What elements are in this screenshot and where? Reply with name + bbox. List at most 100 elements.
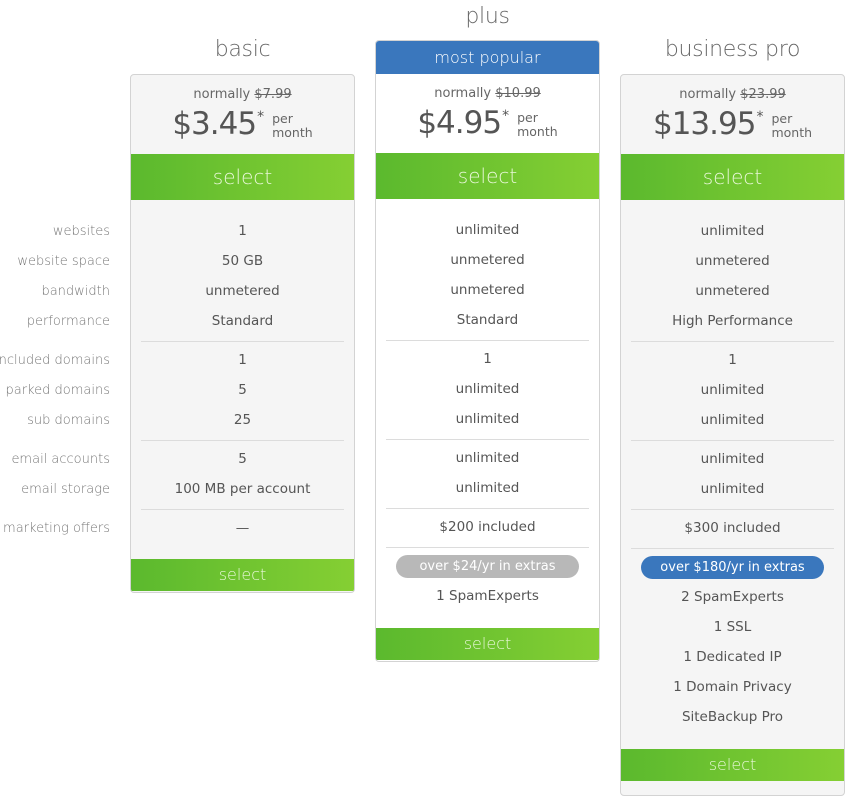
feature-value: unlimited xyxy=(700,223,765,239)
feature-value: 1 xyxy=(238,223,247,239)
normal-price: $23.99 xyxy=(740,87,786,102)
normal-price-line: normally $10.99 xyxy=(376,86,599,101)
feature-value: 25 xyxy=(233,412,252,428)
price-box: normally $7.99 $3.45 * per month xyxy=(131,75,354,154)
feature-value: unmetered xyxy=(695,283,770,299)
divider xyxy=(631,341,834,342)
feature-value: 50 GB xyxy=(221,253,264,269)
select-button[interactable]: select xyxy=(131,154,354,200)
label-bandwidth: bandwidth xyxy=(41,284,110,299)
normal-price: $7.99 xyxy=(254,87,292,102)
period-label: month xyxy=(517,124,558,139)
divider xyxy=(386,508,589,509)
feature-value: unlimited xyxy=(455,381,520,397)
sale-price: $4.95 xyxy=(417,105,502,141)
feature-value: unlimited xyxy=(700,451,765,467)
normally-label: normally xyxy=(193,87,251,102)
sale-price: $13.95 xyxy=(652,106,756,142)
feature-value: $200 included xyxy=(439,519,536,535)
feature-value: unmetered xyxy=(450,282,525,298)
feature-value: unlimited xyxy=(455,480,520,496)
select-button-bottom[interactable]: select xyxy=(131,559,354,591)
feature-value: unlimited xyxy=(700,412,765,428)
feature-value: unlimited xyxy=(700,382,765,398)
plan-name: plus xyxy=(465,4,510,29)
asterisk: * xyxy=(502,108,510,124)
label-marketing-offers: marketing offers xyxy=(3,521,110,536)
label-email-accounts: email accounts xyxy=(11,452,110,467)
select-button-bottom[interactable]: select xyxy=(376,628,599,660)
feature-value: unmetered xyxy=(205,283,280,299)
select-button[interactable]: select xyxy=(621,154,844,200)
price-line: $4.95 * per month xyxy=(376,105,599,141)
period-label: month xyxy=(272,125,313,140)
divider xyxy=(141,440,344,441)
plan-name: basic xyxy=(214,37,271,62)
feature-value: unmetered xyxy=(450,252,525,268)
feature-value: High Performance xyxy=(672,313,793,329)
feature-rows: unlimited unmetered unmetered Standard 1… xyxy=(376,199,599,628)
sale-price: $3.45 xyxy=(172,106,257,142)
label-performance: performance xyxy=(26,314,110,329)
period-label: month xyxy=(771,125,813,140)
extra-item: 2 SpamExperts xyxy=(681,589,784,605)
feature-value: — xyxy=(235,520,250,536)
price-box: normally $10.99 $4.95 * per month xyxy=(376,74,599,153)
extras-badge: over $180/yr in extras xyxy=(641,556,824,579)
price-period: per month xyxy=(272,112,313,140)
feature-value: Standard xyxy=(211,313,274,329)
feature-value: unmetered xyxy=(695,253,770,269)
feature-value: unlimited xyxy=(455,222,520,238)
price-period: per month xyxy=(517,111,558,139)
feature-value: 1 xyxy=(238,352,247,368)
label-included-domains: included domains xyxy=(0,353,110,368)
feature-value: 5 xyxy=(238,451,247,467)
divider xyxy=(631,509,834,510)
price-line: $3.45 * per month xyxy=(131,106,354,142)
feature-value: 1 xyxy=(483,351,492,367)
select-button[interactable]: select xyxy=(376,153,599,199)
normally-label: normally xyxy=(434,86,492,101)
extra-item: 1 Dedicated IP xyxy=(683,649,782,665)
divider xyxy=(386,340,589,341)
per-label: per xyxy=(272,111,293,126)
price-box: normally $23.99 $13.95 * per month xyxy=(621,75,844,154)
plan-name: business pro xyxy=(664,37,801,62)
extra-item: SiteBackup Pro xyxy=(681,709,784,725)
price-period: per month xyxy=(771,112,812,140)
extras-badge: over $24/yr in extras xyxy=(396,555,579,578)
divider xyxy=(631,548,834,549)
divider xyxy=(631,440,834,441)
asterisk: * xyxy=(257,109,265,125)
label-parked-domains: parked domains xyxy=(5,383,110,398)
select-button-bottom[interactable]: select xyxy=(621,749,844,781)
per-label: per xyxy=(517,110,538,125)
extra-item: 1 SSL xyxy=(713,619,752,635)
divider xyxy=(386,439,589,440)
feature-value: unlimited xyxy=(455,411,520,427)
asterisk: * xyxy=(756,109,764,125)
feature-value: $300 included xyxy=(684,520,781,536)
feature-rows: 1 50 GB unmetered Standard 1 5 25 5 100 … xyxy=(131,200,354,559)
feature-value: 100 MB per account xyxy=(174,481,311,497)
feature-value: unlimited xyxy=(455,450,520,466)
extra-item: 1 SpamExperts xyxy=(436,588,539,604)
most-popular-ribbon: most popular xyxy=(376,41,599,74)
label-sub-domains: sub domains xyxy=(27,413,110,428)
normal-price: $10.99 xyxy=(495,86,541,101)
feature-value: unlimited xyxy=(700,481,765,497)
feature-rows: unlimited unmetered unmetered High Perfo… xyxy=(621,200,844,749)
plan-card: most popular normally $10.99 $4.95 * per… xyxy=(375,40,600,662)
label-email-storage: email storage xyxy=(21,482,110,497)
normal-price-line: normally $7.99 xyxy=(131,87,354,102)
plan-card: normally $7.99 $3.45 * per month select … xyxy=(130,74,355,593)
per-label: per xyxy=(771,111,793,126)
plan-card: normally $23.99 $13.95 * per month selec… xyxy=(620,74,845,796)
label-websites: websites xyxy=(52,224,110,239)
divider xyxy=(386,547,589,548)
feature-value: 1 xyxy=(728,352,737,368)
normally-label: normally xyxy=(679,87,737,102)
feature-value: Standard xyxy=(456,312,519,328)
normal-price-line: normally $23.99 xyxy=(621,87,844,102)
price-line: $13.95 * per month xyxy=(621,106,844,142)
